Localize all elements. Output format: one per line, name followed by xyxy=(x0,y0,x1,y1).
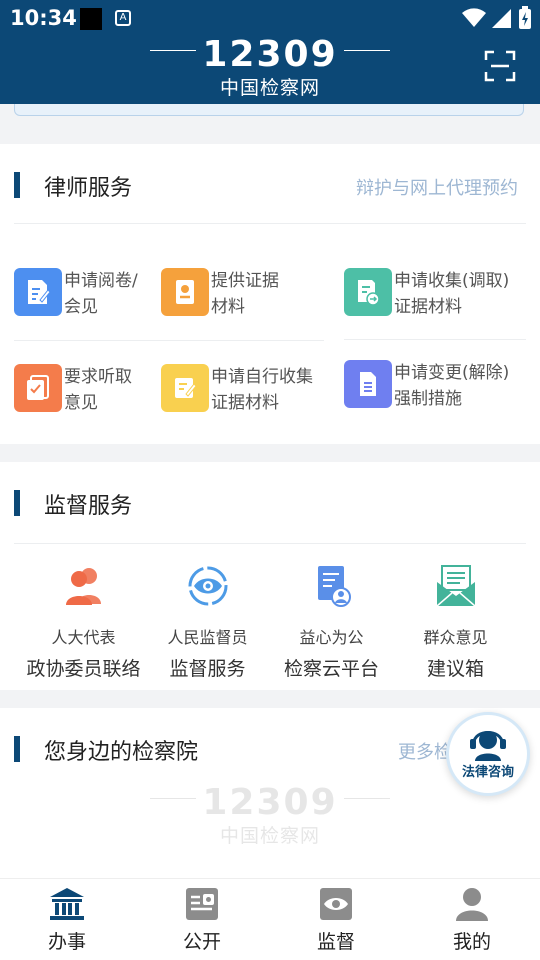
bottom-tab-bar: 办事 公开 监督 我的 xyxy=(0,878,540,960)
tab-label: 办事 xyxy=(47,931,86,953)
lawyer-item-label: 材料 xyxy=(211,297,245,317)
lawyer-item-label: 申请变更(解除) xyxy=(394,363,510,383)
status-bar: 10:34 A xyxy=(0,0,540,38)
app-header: 10:34 A 12309 中国检察网 xyxy=(0,0,540,104)
document-user-icon xyxy=(317,566,351,607)
eye-icon xyxy=(188,566,227,606)
lawyer-item-request-hearing[interactable]: 要求听取 意见 xyxy=(14,364,182,416)
note-edit-icon xyxy=(161,364,209,412)
wifi-icon xyxy=(462,8,486,27)
mailbox-icon xyxy=(436,565,475,607)
supervision-item-people-supervisor[interactable]: 人民监督员 监督服务 xyxy=(140,564,275,681)
supervision-item-deputy-liaison[interactable]: 人大代表 政协委员联络 xyxy=(16,564,151,681)
section-title: 律师服务 xyxy=(44,176,133,201)
public-icon xyxy=(186,888,218,920)
court-building-icon xyxy=(50,888,84,920)
notification-icon xyxy=(80,8,102,30)
section-title: 监督服务 xyxy=(44,494,133,519)
tab-public[interactable]: 公开 xyxy=(142,887,262,954)
system-icons xyxy=(462,6,532,30)
lawyer-item-change-measures[interactable]: 申请变更(解除) 强制措施 xyxy=(344,360,540,412)
more-link[interactable]: 更多检 xyxy=(398,738,452,764)
evidence-book-icon xyxy=(161,268,209,316)
site-logo: 12309 中国检察网 xyxy=(0,34,540,100)
logo-text: 中国检察网 xyxy=(219,77,320,99)
supervision-section-header: 监督服务 xyxy=(0,462,540,542)
lawyer-item-label: 证据材料 xyxy=(211,393,279,413)
legal-consult-label: 法律咨询 xyxy=(461,765,514,780)
placeholder-logo: 12309 中国检察网 xyxy=(0,782,540,848)
lawyer-item-file-review[interactable]: 申请阅卷/会见 xyxy=(14,268,182,320)
divider xyxy=(14,223,526,224)
document-edit-icon xyxy=(14,268,62,316)
tab-label: 公开 xyxy=(182,931,221,953)
lawyer-item-provide-evidence[interactable]: 提供证据 材料 xyxy=(161,268,329,320)
section-title: 您身边的检察院 xyxy=(44,740,199,765)
lawyer-section-header: 律师服务 辩护与网上代理预约 xyxy=(0,144,540,224)
supervision-item-subtitle: 群众意见 xyxy=(423,628,488,647)
lawyer-item-self-collect[interactable]: 申请自行收集 证据材料 xyxy=(161,364,341,416)
app-screen: 10:34 A 12309 中国检察网 律师服务 辩护与网上代理预约 申请阅卷/… xyxy=(0,0,540,960)
battery-icon xyxy=(519,6,531,29)
checklist-icon xyxy=(14,364,62,412)
supervision-item-public-interest[interactable]: 益心为公 检察云平台 xyxy=(264,564,399,681)
logo-number: 12309 xyxy=(202,34,338,75)
supervision-item-subtitle: 益心为公 xyxy=(299,628,364,647)
section-marker xyxy=(14,736,20,762)
eye-tab-icon xyxy=(320,888,352,920)
lawyer-item-label: 申请收集(调取) xyxy=(394,271,510,291)
document-transfer-icon xyxy=(344,268,392,316)
person-icon xyxy=(456,888,488,921)
supervision-item-title: 检察云平台 xyxy=(283,658,379,680)
supervision-item-title: 监督服务 xyxy=(169,658,246,680)
lawyer-service-card: 律师服务 辩护与网上代理预约 申请阅卷/会见 提供证据材料 申请收集(调取) 证据… xyxy=(0,144,540,444)
lawyer-item-label: 申请自行收集 xyxy=(211,367,313,387)
supervision-item-subtitle: 人民监督员 xyxy=(167,628,248,647)
placeholder-logo-text: 中国检察网 xyxy=(219,825,320,847)
document-icon xyxy=(344,360,392,408)
tab-label: 监督 xyxy=(316,931,355,953)
placeholder-logo-number: 12309 xyxy=(202,782,338,823)
tab-supervision[interactable]: 监督 xyxy=(276,887,396,954)
headset-agent-icon xyxy=(470,731,506,761)
people-icon xyxy=(65,568,101,605)
lawyer-item-label: 证据材料 xyxy=(394,297,462,317)
legal-consult-button[interactable]: 法律咨询 xyxy=(446,712,530,796)
tab-mine[interactable]: 我的 xyxy=(412,887,532,954)
section-marker xyxy=(14,490,20,516)
lawyer-item-label: 强制措施 xyxy=(394,389,462,409)
divider xyxy=(14,543,526,544)
scan-icon[interactable] xyxy=(484,50,516,82)
tab-services[interactable]: 办事 xyxy=(7,887,127,954)
supervision-item-subtitle: 人大代表 xyxy=(51,628,116,647)
supervision-item-title: 政协委员联络 xyxy=(26,658,141,680)
appointment-link[interactable]: 辩护与网上代理预约 xyxy=(356,174,518,200)
signal-icon xyxy=(492,9,511,28)
a-badge-icon: A xyxy=(115,10,131,26)
status-time: 10:34 xyxy=(10,6,77,30)
supervision-item-suggestion-box[interactable]: 群众意见 建议箱 xyxy=(388,564,523,681)
banner-edge[interactable] xyxy=(14,104,524,116)
supervision-service-card: 监督服务 人大代表 政协委员联络 人民监督员 监督服务 益心为公 检察云平台 群… xyxy=(0,462,540,690)
lawyer-item-collect-evidence[interactable]: 申请收集(调取) 证据材料 xyxy=(344,268,540,320)
supervision-item-title: 建议箱 xyxy=(426,658,484,680)
section-marker xyxy=(14,172,20,198)
tab-label: 我的 xyxy=(452,931,491,953)
divider xyxy=(14,340,324,341)
lawyer-item-label: 提供证据 xyxy=(211,271,279,291)
divider xyxy=(344,339,526,340)
